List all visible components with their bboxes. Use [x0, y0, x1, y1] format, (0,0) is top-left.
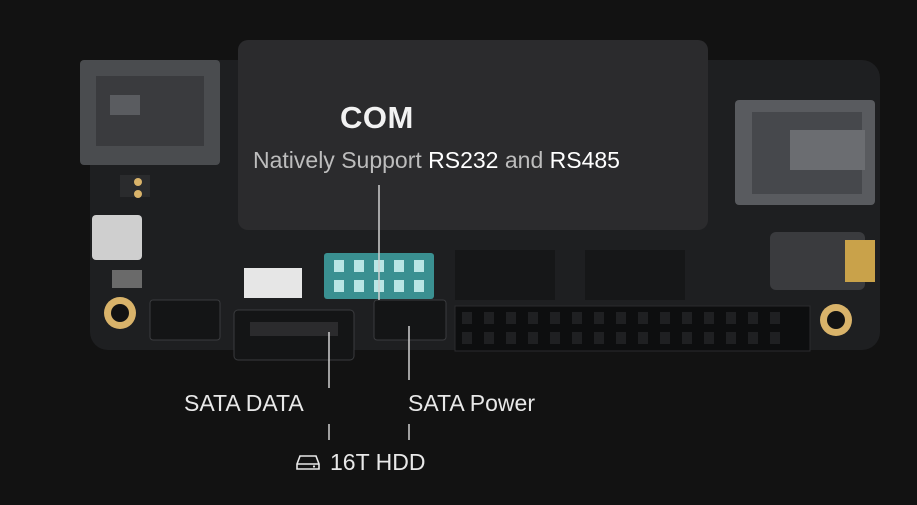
fan-header [149, 299, 221, 341]
com-subtitle-part: Natively Support [253, 147, 429, 173]
rs485-label: RS485 [549, 147, 620, 173]
sata-data-label: SATA DATA [184, 390, 304, 416]
product-feature-image: COM Natively Support RS232 and RS485 SAT… [0, 0, 917, 505]
heatsink [238, 40, 708, 230]
hdd-callout: 16T HDD [296, 449, 425, 476]
rs232-label: RS232 [428, 147, 499, 173]
com-subtitle-part: and [498, 147, 550, 173]
com-title: COM [340, 100, 414, 135]
sata-power-label: SATA Power [408, 390, 535, 416]
hard-drive-icon [296, 454, 320, 470]
small-header [244, 268, 302, 298]
board-illustration [80, 40, 880, 440]
white-connector [92, 215, 142, 260]
hdd-label: 16T HDD [330, 449, 426, 475]
com-subtitle: Natively Support RS232 and RS485 [253, 147, 620, 174]
sata-power-connector [373, 299, 447, 341]
